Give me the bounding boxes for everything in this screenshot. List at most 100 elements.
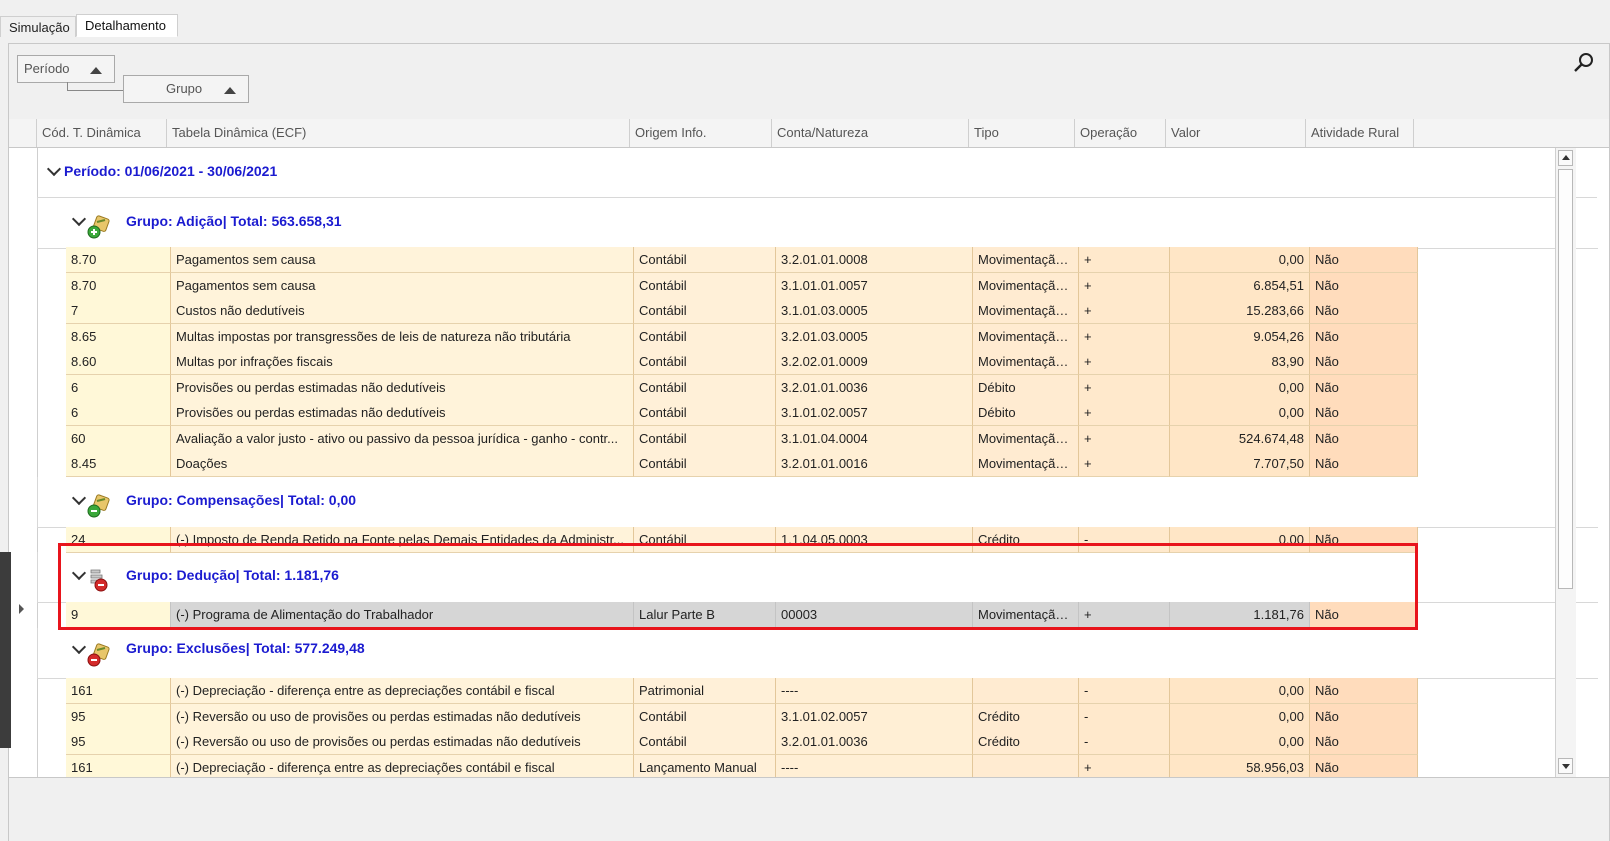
- table-row[interactable]: 8.70 Pagamentos sem causa Contábil 3.2.0…: [66, 247, 1465, 273]
- cell-tipo[interactable]: Crédito: [973, 527, 1079, 553]
- cell-conta[interactable]: 3.1.01.01.0057: [776, 273, 973, 299]
- cell-tipo[interactable]: Movimentação...: [973, 273, 1079, 299]
- cell-cod[interactable]: 8.65: [66, 324, 171, 350]
- header-conta-natureza[interactable]: Conta/Natureza: [772, 119, 969, 147]
- cell-valor[interactable]: 0,00: [1170, 678, 1310, 704]
- group-row-adicao[interactable]: Grupo: Adição| Total: 563.658,31: [37, 198, 1598, 249]
- cell-valor[interactable]: 0,00: [1170, 247, 1310, 273]
- header-atividade-rural[interactable]: Atividade Rural: [1306, 119, 1414, 147]
- cell-valor[interactable]: 1.181,76: [1170, 602, 1310, 628]
- cell-operacao[interactable]: +: [1079, 426, 1170, 452]
- cell-tabela[interactable]: Provisões ou perdas estimadas não dedutí…: [171, 400, 634, 426]
- group-row-deducao[interactable]: Grupo: Dedução| Total: 1.181,76: [37, 552, 1598, 603]
- cell-tabela[interactable]: Multas impostas por transgressões de lei…: [171, 324, 634, 350]
- cell-valor[interactable]: 9.054,26: [1170, 324, 1310, 350]
- table-row[interactable]: 161 (-) Depreciação - diferença entre as…: [66, 678, 1465, 704]
- header-valor[interactable]: Valor: [1166, 119, 1306, 147]
- cell-cod[interactable]: 6: [66, 375, 171, 401]
- cell-tabela[interactable]: Pagamentos sem causa: [171, 273, 634, 299]
- cell-origem[interactable]: Contábil: [634, 375, 776, 401]
- cell-cod[interactable]: 8.70: [66, 273, 171, 299]
- table-row-selected[interactable]: 9 (-) Programa de Alimentação do Trabalh…: [66, 602, 1465, 628]
- cell-cod[interactable]: 95: [66, 729, 171, 755]
- group-by-grupo-button[interactable]: Grupo: [123, 75, 249, 103]
- cell-atividade-rural[interactable]: Não: [1310, 400, 1418, 426]
- cell-conta[interactable]: 3.1.01.02.0057: [776, 704, 973, 730]
- cell-operacao[interactable]: +: [1079, 400, 1170, 426]
- cell-tabela[interactable]: Doações: [171, 451, 634, 477]
- cell-origem[interactable]: Contábil: [634, 729, 776, 755]
- cell-cod[interactable]: 8.70: [66, 247, 171, 273]
- cell-origem[interactable]: Contábil: [634, 349, 776, 375]
- cell-operacao[interactable]: -: [1079, 678, 1170, 704]
- cell-atividade-rural[interactable]: Não: [1310, 704, 1418, 730]
- cell-conta[interactable]: 3.2.02.01.0009: [776, 349, 973, 375]
- group-by-periodo-button[interactable]: Período: [17, 55, 115, 83]
- cell-operacao[interactable]: +: [1079, 324, 1170, 350]
- scrollbar-thumb[interactable]: [1558, 169, 1573, 589]
- cell-operacao[interactable]: +: [1079, 273, 1170, 299]
- cell-origem[interactable]: Contábil: [634, 298, 776, 324]
- cell-cod[interactable]: 8.60: [66, 349, 171, 375]
- cell-tabela[interactable]: Avaliação a valor justo - ativo ou passi…: [171, 426, 634, 452]
- cell-tabela[interactable]: (-) Reversão ou uso de provisões ou perd…: [171, 704, 634, 730]
- header-operacao[interactable]: Operação: [1075, 119, 1166, 147]
- vertical-scrollbar[interactable]: [1555, 148, 1576, 820]
- scroll-down-button[interactable]: [1558, 758, 1573, 774]
- cell-atividade-rural[interactable]: Não: [1310, 678, 1418, 704]
- chevron-down-icon[interactable]: [71, 639, 87, 655]
- cell-conta[interactable]: 3.1.01.02.0057: [776, 400, 973, 426]
- cell-operacao[interactable]: -: [1079, 527, 1170, 553]
- header-tipo[interactable]: Tipo: [969, 119, 1075, 147]
- cell-atividade-rural[interactable]: Não: [1310, 451, 1418, 477]
- cell-tabela[interactable]: (-) Reversão ou uso de provisões ou perd…: [171, 729, 634, 755]
- cell-origem[interactable]: Contábil: [634, 247, 776, 273]
- cell-tabela[interactable]: Custos não dedutíveis: [171, 298, 634, 324]
- cell-cod[interactable]: 95: [66, 704, 171, 730]
- cell-tipo[interactable]: Movimentação...: [973, 451, 1079, 477]
- cell-valor[interactable]: 0,00: [1170, 375, 1310, 401]
- cell-tipo[interactable]: Movimentação...: [973, 324, 1079, 350]
- cell-valor[interactable]: 0,00: [1170, 400, 1310, 426]
- cell-conta[interactable]: 3.2.01.03.0005: [776, 324, 973, 350]
- group-row-exclusoes[interactable]: Grupo: Exclusões| Total: 577.249,48: [37, 628, 1598, 679]
- cell-tabela[interactable]: Provisões ou perdas estimadas não dedutí…: [171, 375, 634, 401]
- cell-atividade-rural[interactable]: Não: [1310, 375, 1418, 401]
- cell-atividade-rural[interactable]: Não: [1310, 349, 1418, 375]
- header-cod-t-dinamica[interactable]: Cód. T. Dinâmica: [37, 119, 167, 147]
- cell-cod[interactable]: 24: [66, 527, 171, 553]
- cell-valor[interactable]: 15.283,66: [1170, 298, 1310, 324]
- cell-atividade-rural[interactable]: Não: [1310, 273, 1418, 299]
- cell-conta[interactable]: 3.2.01.01.0016: [776, 451, 973, 477]
- cell-tipo[interactable]: Movimentação...: [973, 247, 1079, 273]
- cell-conta[interactable]: 3.2.01.01.0008: [776, 247, 973, 273]
- table-row[interactable]: 7 Custos não dedutíveis Contábil 3.1.01.…: [66, 298, 1465, 324]
- cell-tipo[interactable]: Movimentação...: [973, 426, 1079, 452]
- cell-atividade-rural[interactable]: Não: [1310, 426, 1418, 452]
- chevron-down-icon[interactable]: [71, 565, 87, 581]
- cell-valor[interactable]: 0,00: [1170, 527, 1310, 553]
- cell-tipo[interactable]: [973, 678, 1079, 704]
- cell-tipo[interactable]: Movimentação...: [973, 298, 1079, 324]
- cell-tabela[interactable]: (-) Programa de Alimentação do Trabalhad…: [171, 602, 634, 628]
- table-row[interactable]: 8.45 Doações Contábil 3.2.01.01.0016 Mov…: [66, 451, 1465, 477]
- cell-operacao[interactable]: +: [1079, 375, 1170, 401]
- cell-origem[interactable]: Contábil: [634, 426, 776, 452]
- tab-detalhamento[interactable]: Detalhamento: [76, 14, 178, 37]
- cell-valor[interactable]: 0,00: [1170, 704, 1310, 730]
- table-row[interactable]: 60 Avaliação a valor justo - ativo ou pa…: [66, 426, 1465, 452]
- cell-tipo[interactable]: Movimentação...: [973, 602, 1079, 628]
- cell-tabela[interactable]: (-) Imposto de Renda Retido na Fonte pel…: [171, 527, 634, 553]
- cell-tipo[interactable]: Débito: [973, 400, 1079, 426]
- chevron-down-icon[interactable]: [46, 161, 62, 177]
- side-splitter-handle[interactable]: [0, 552, 11, 748]
- cell-tabela[interactable]: (-) Depreciação - diferença entre as dep…: [171, 678, 634, 704]
- cell-tipo[interactable]: Crédito: [973, 729, 1079, 755]
- cell-origem[interactable]: Contábil: [634, 273, 776, 299]
- cell-operacao[interactable]: +: [1079, 451, 1170, 477]
- scroll-up-button[interactable]: [1558, 150, 1573, 166]
- cell-operacao[interactable]: +: [1079, 349, 1170, 375]
- chevron-down-icon[interactable]: [71, 211, 87, 227]
- table-row[interactable]: 6 Provisões ou perdas estimadas não dedu…: [66, 400, 1465, 426]
- cell-valor[interactable]: 0,00: [1170, 729, 1310, 755]
